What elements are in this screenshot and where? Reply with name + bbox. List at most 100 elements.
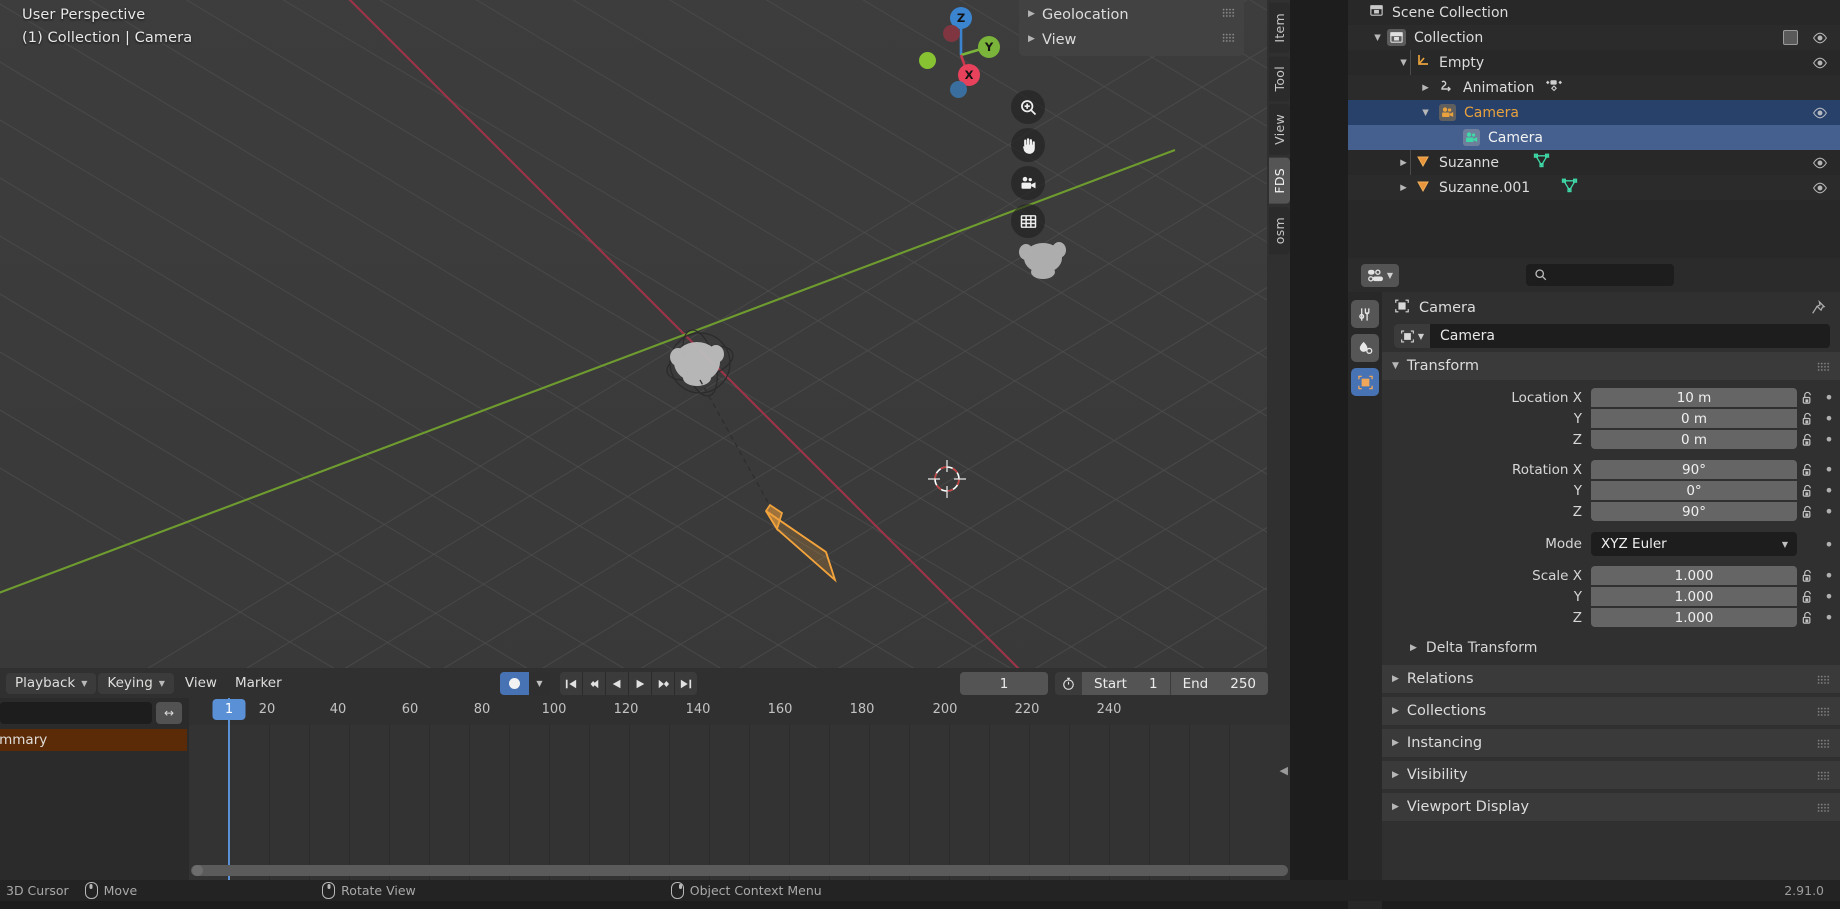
location-y-value[interactable]: 0 m <box>1591 409 1797 428</box>
outliner-row-camera-data[interactable]: Camera <box>1348 125 1840 150</box>
grip-dots-icon[interactable] <box>1817 738 1830 748</box>
3d-viewport[interactable]: User Perspective (1) Collection | Camera… <box>0 0 1290 668</box>
lock-icon[interactable] <box>1797 590 1818 604</box>
animate-property-dot[interactable]: • <box>1818 388 1840 407</box>
grip-dots-icon[interactable] <box>1817 802 1830 812</box>
outliner-row-suzanne-001[interactable]: ▶ Suzanne.001 <box>1348 175 1840 200</box>
zoom-icon[interactable] <box>1011 90 1045 124</box>
play-reverse-icon[interactable] <box>606 672 629 695</box>
timeline-menu-playback[interactable]: Playback ▼ <box>6 672 97 694</box>
animate-property-dot[interactable]: • <box>1818 502 1840 521</box>
panel-collections-header[interactable]: ▶ Collections <box>1382 697 1840 725</box>
tab-render[interactable] <box>1351 334 1379 362</box>
chevron-down-icon[interactable]: ▼ <box>1418 108 1433 118</box>
timeline-menu-marker[interactable]: Marker <box>226 673 291 694</box>
location-z-row[interactable]: Z 0 m • <box>1382 430 1840 449</box>
rotation-y-value[interactable]: 0° <box>1591 481 1797 500</box>
frame-start-field[interactable]: Start 1 <box>1081 672 1170 695</box>
collection-checkbox[interactable] <box>1783 30 1798 45</box>
sidebar-collapse-icon[interactable]: ◀ <box>1280 764 1288 777</box>
panel-viewport-display-header[interactable]: ▶ Viewport Display <box>1382 793 1840 821</box>
animate-property-dot[interactable]: • <box>1818 608 1840 627</box>
lock-icon[interactable] <box>1797 391 1818 405</box>
lock-icon[interactable] <box>1797 505 1818 519</box>
panel-delta-transform-header[interactable]: ▶ Delta Transform <box>1382 635 1840 661</box>
animate-property-dot[interactable]: • <box>1818 409 1840 428</box>
jump-to-end-icon[interactable] <box>675 672 697 695</box>
timeline-horizontal-scrollbar[interactable] <box>189 865 1290 876</box>
animate-property-dot[interactable]: • <box>1818 430 1840 449</box>
sidebar-tab-osm[interactable]: osm <box>1269 206 1290 254</box>
animate-property-dot[interactable]: • <box>1818 566 1840 585</box>
playhead-frame-badge[interactable]: 1 <box>212 699 246 720</box>
eye-icon[interactable] <box>1812 30 1828 46</box>
sidebar-tab-item[interactable]: Item <box>1269 3 1290 53</box>
jump-prev-keyframe-icon[interactable] <box>583 672 606 695</box>
channel-search-input[interactable] <box>0 702 152 724</box>
animate-property-dot[interactable]: • <box>1818 587 1840 606</box>
editor-type-selector[interactable]: ▼ <box>1361 263 1399 287</box>
outliner-row-scene-collection[interactable]: Scene Collection <box>1348 0 1840 25</box>
timeline-ruler[interactable]: 20 40 60 80 100 120 140 160 180 200 220 … <box>189 698 1290 725</box>
chevron-right-icon[interactable]: ▶ <box>1418 83 1433 93</box>
tab-tool[interactable] <box>1351 300 1379 328</box>
orthographic-icon[interactable] <box>1011 204 1045 238</box>
outliner-editor[interactable]: Scene Collection ▼ Collection ▼ Empty ▶ … <box>1348 0 1840 258</box>
properties-content[interactable]: Camera ▼ Camera ▼ Transform Location X 1… <box>1382 292 1840 901</box>
location-x-row[interactable]: Location X 10 m • <box>1382 388 1840 407</box>
jump-to-start-icon[interactable] <box>560 672 583 695</box>
gizmo-axis-y[interactable]: Y <box>978 36 1000 58</box>
play-icon[interactable] <box>629 672 652 695</box>
chevron-down-icon[interactable]: ▼ <box>529 672 550 695</box>
object-name-field[interactable]: ▼ Camera <box>1394 324 1830 348</box>
playhead-line[interactable] <box>228 698 230 880</box>
chevron-down-icon[interactable]: ▼ <box>1370 33 1385 43</box>
scale-z-row[interactable]: Z 1.000 • <box>1382 608 1840 627</box>
location-y-row[interactable]: Y 0 m • <box>1382 409 1840 428</box>
tab-object[interactable] <box>1351 368 1379 396</box>
hand-icon[interactable] <box>1011 128 1045 162</box>
outliner-row-empty[interactable]: ▼ Empty <box>1348 50 1840 75</box>
sidebar-tab-fds[interactable]: FDS <box>1269 158 1290 204</box>
timeline-editor[interactable]: Playback ▼ Keying ▼ View Marker ▼ 1 Star… <box>0 668 1290 880</box>
timeline-menu-keying[interactable]: Keying ▼ <box>98 672 174 694</box>
scale-y-value[interactable]: 1.000 <box>1591 587 1797 606</box>
grip-dots-icon[interactable] <box>1817 674 1830 684</box>
animate-property-dot[interactable]: • <box>1818 481 1840 500</box>
overlay-panel-geolocation[interactable]: ▶ Geolocation <box>1019 2 1244 27</box>
chevron-right-icon[interactable]: ▶ <box>1396 158 1411 168</box>
record-icon[interactable] <box>500 672 529 695</box>
timeline-menu-view[interactable]: View <box>176 673 226 694</box>
gizmo-axis-neg-z[interactable] <box>950 81 967 98</box>
outliner-row-animation[interactable]: ▶ Animation <box>1348 75 1840 100</box>
gizmo-axis-neg-y[interactable] <box>919 52 936 69</box>
sidebar-tab-tool[interactable]: Tool <box>1269 55 1290 102</box>
stopwatch-icon[interactable] <box>1055 672 1081 695</box>
lock-icon[interactable] <box>1797 433 1818 447</box>
panel-relations-header[interactable]: ▶ Relations <box>1382 665 1840 693</box>
panel-instancing-header[interactable]: ▶ Instancing <box>1382 729 1840 757</box>
rotation-z-row[interactable]: Z 90° • <box>1382 502 1840 521</box>
outliner-row-suzanne[interactable]: ▶ Suzanne <box>1348 150 1840 175</box>
eye-icon[interactable] <box>1812 180 1828 196</box>
jump-next-keyframe-icon[interactable] <box>652 672 675 695</box>
outliner-row-collection[interactable]: ▼ Collection <box>1348 25 1840 50</box>
scale-y-row[interactable]: Y 1.000 • <box>1382 587 1840 606</box>
rotation-mode-row[interactable]: Mode XYZ Euler ▼ • <box>1382 532 1840 556</box>
lock-icon[interactable] <box>1797 484 1818 498</box>
eye-icon[interactable] <box>1812 155 1828 171</box>
current-frame-field[interactable]: 1 <box>960 672 1048 695</box>
grip-dots-icon[interactable] <box>1817 706 1830 716</box>
location-x-value[interactable]: 10 m <box>1591 388 1797 407</box>
rotation-z-value[interactable]: 90° <box>1591 502 1797 521</box>
eye-icon[interactable] <box>1812 105 1828 121</box>
scale-z-value[interactable]: 1.000 <box>1591 608 1797 627</box>
pin-icon[interactable] <box>1810 299 1826 316</box>
panel-visibility-header[interactable]: ▶ Visibility <box>1382 761 1840 789</box>
filter-toggle-icon[interactable]: ↔ <box>156 702 182 724</box>
object-icon[interactable]: ▼ <box>1394 324 1430 348</box>
rotation-x-row[interactable]: Rotation X 90° • <box>1382 460 1840 479</box>
grip-dots-icon[interactable] <box>1222 8 1235 17</box>
grip-dots-icon[interactable] <box>1817 361 1830 371</box>
grip-dots-icon[interactable] <box>1817 770 1830 780</box>
